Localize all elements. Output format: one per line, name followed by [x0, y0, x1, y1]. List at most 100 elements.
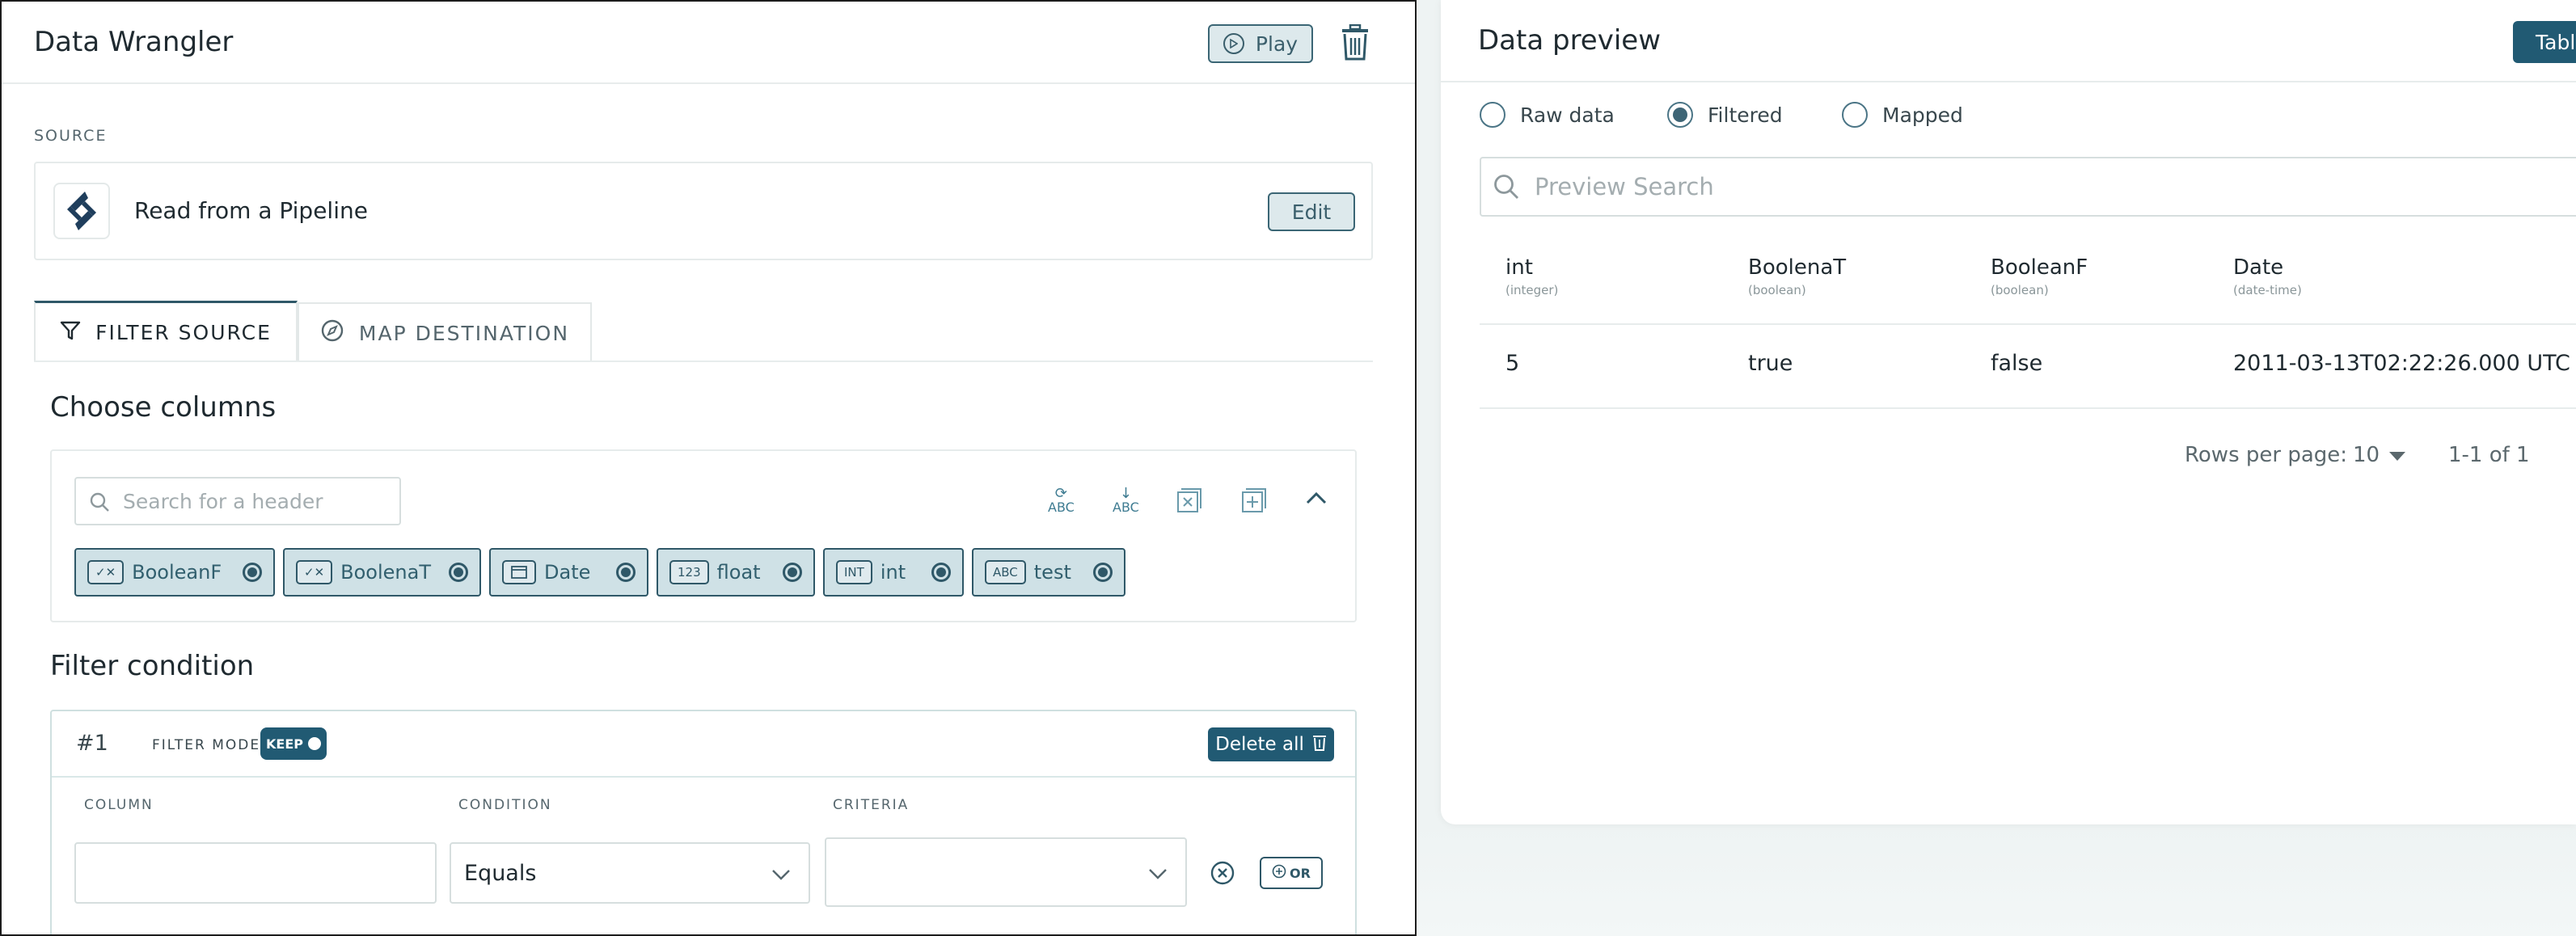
column-chip-label: BooleanF [132, 561, 222, 584]
convert-case-icon[interactable]: ⟳ ABC [1048, 487, 1075, 514]
filter-index: #1 [76, 731, 108, 756]
tab-map-destination[interactable]: MAP DESTINATION [298, 302, 592, 362]
column-chip-float[interactable]: 123 float [657, 548, 815, 597]
filter-mode-toggle[interactable]: KEEP [260, 727, 327, 760]
play-label: Play [1255, 32, 1299, 56]
delete-all-button[interactable]: Delete all [1208, 727, 1334, 761]
radio-mapped-label: Mapped [1882, 103, 1963, 127]
table-cell: true [1748, 351, 1793, 376]
tab-filter-source-label: FILTER SOURCE [95, 321, 272, 344]
radio-filtered[interactable]: Filtered [1667, 102, 1783, 128]
condition-select[interactable]: Equals [450, 842, 810, 904]
column-chip-label: test [1033, 561, 1071, 584]
radio-raw-data-label: Raw data [1520, 103, 1615, 127]
choose-columns-title: Choose columns [50, 391, 277, 424]
column-chip-label: BoolenaT [340, 561, 431, 584]
sort-abc-icon[interactable]: ↓ ABC [1113, 487, 1139, 514]
filter-condition-title: Filter condition [50, 650, 255, 682]
column-input[interactable] [74, 842, 437, 904]
condition-value: Equals [464, 860, 537, 886]
add-or-condition-button[interactable]: OR [1260, 857, 1323, 889]
table-view-button[interactable]: Tabl [2513, 21, 2576, 63]
search-icon [89, 491, 110, 516]
criteria-header-label: CRITERIA [833, 797, 910, 813]
table-row-divider [1480, 407, 2576, 409]
column-chip-booleanf[interactable]: ✓✕ BooleanF [74, 548, 275, 597]
header-divider [2, 82, 1415, 84]
filter-card-divider [52, 776, 1355, 778]
app-title: Data Wrangler [34, 26, 234, 58]
tab-filter-source[interactable]: FILTER SOURCE [34, 301, 298, 362]
table-cell: false [1991, 351, 2043, 376]
selected-radio-icon [783, 563, 802, 582]
pagination-range: 1-1 of 1 [2448, 443, 2530, 467]
chevron-down-icon [771, 861, 791, 886]
radio-button-icon [1842, 102, 1868, 128]
preview-search-input[interactable]: Preview Search [1480, 157, 2576, 217]
data-wrangler-panel: Data Wrangler Play SOURCE Read from a Pi… [0, 0, 1417, 936]
or-label: OR [1290, 865, 1311, 881]
delete-all-label: Delete all [1215, 734, 1304, 755]
radio-filtered-label: Filtered [1708, 103, 1783, 127]
search-icon [1493, 173, 1520, 204]
caret-down-icon [2389, 443, 2406, 467]
column-chip-label: float [716, 561, 761, 584]
trash-icon[interactable] [1339, 23, 1371, 61]
selected-radio-icon [931, 563, 951, 582]
filter-mode-value: KEEP [266, 736, 303, 752]
data-preview-panel: Data preview Tabl Raw data Filtered Mapp… [1441, 0, 2576, 824]
rows-per-page-select[interactable]: 10 [2353, 443, 2406, 467]
preview-title: Data preview [1478, 24, 1662, 57]
filter-mode-label: FILTER MODE [152, 737, 261, 753]
column-chip-int[interactable]: INT int [823, 548, 964, 597]
pipeline-label: Read from a Pipeline [134, 197, 368, 224]
selected-radio-icon [1093, 563, 1113, 582]
table-header-divider [1480, 323, 2576, 325]
table-header-boolenat[interactable]: BoolenaT (boolean) [1748, 255, 1846, 297]
select-all-icon[interactable] [1240, 487, 1268, 517]
integer-type-icon: INT [836, 560, 872, 584]
column-chip-label: Date [544, 561, 591, 584]
table-header-int[interactable]: int (integer) [1505, 255, 1558, 297]
table-header-booleanf[interactable]: BooleanF (boolean) [1991, 255, 2088, 297]
radio-raw-data[interactable]: Raw data [1480, 102, 1615, 128]
source-card: Read from a Pipeline Edit [34, 162, 1373, 260]
text-type-icon: ABC [985, 560, 1026, 584]
tab-map-destination-label: MAP DESTINATION [358, 321, 570, 345]
filter-icon [60, 320, 81, 346]
deselect-all-icon[interactable] [1176, 487, 1203, 517]
remove-condition-icon[interactable] [1210, 860, 1235, 889]
table-cell: 2011-03-13T02:22:26.000 UTC [2233, 351, 2570, 376]
rows-per-page-label: Rows per page: [2185, 443, 2348, 467]
edit-source-button[interactable]: Edit [1268, 192, 1355, 231]
boolean-type-icon: ✓✕ [296, 560, 333, 584]
chevron-up-icon[interactable] [1305, 490, 1328, 509]
column-chip-test[interactable]: ABC test [972, 548, 1125, 597]
column-chip-date[interactable]: Date [489, 548, 648, 597]
background-strip [1417, 824, 2576, 936]
selected-radio-icon [243, 563, 262, 582]
source-section-label: SOURCE [34, 127, 108, 145]
tabs-divider [34, 360, 1373, 362]
table-header-date[interactable]: Date (date-time) [2233, 255, 2302, 297]
column-chip-boolenat[interactable]: ✓✕ BoolenaT [283, 548, 481, 597]
selected-radio-icon [449, 563, 468, 582]
selected-radio-icon [616, 563, 636, 582]
calendar-icon [502, 560, 536, 584]
criteria-select[interactable] [825, 837, 1187, 907]
compass-icon [320, 318, 344, 348]
column-header-label: COLUMN [84, 797, 154, 813]
radio-mapped[interactable]: Mapped [1842, 102, 1963, 128]
play-icon [1223, 33, 1244, 54]
preview-header-divider [1441, 81, 2576, 82]
number-type-icon: 123 [669, 560, 709, 584]
play-button[interactable]: Play [1208, 24, 1313, 63]
chevron-down-icon [1148, 860, 1168, 885]
toggle-knob [307, 737, 321, 750]
trash-icon [1312, 733, 1327, 756]
column-chip-label: int [880, 561, 906, 584]
condition-header-label: CONDITION [458, 797, 552, 813]
header-search-input[interactable]: Search for a header [74, 477, 401, 525]
rows-per-page-value: 10 [2353, 443, 2380, 467]
table-cell: 5 [1505, 351, 1520, 376]
